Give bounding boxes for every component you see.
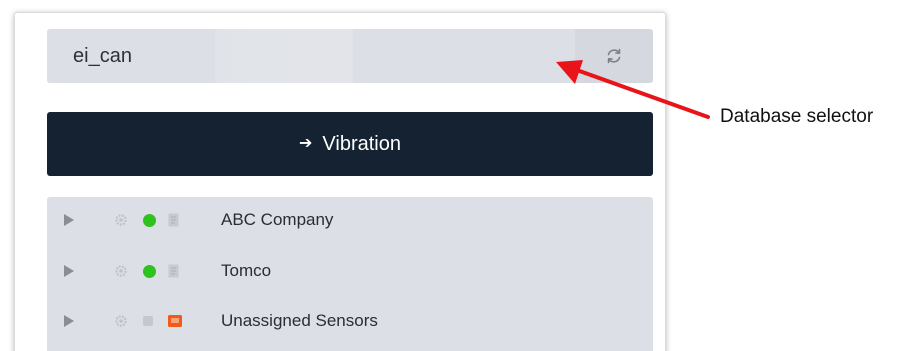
annotation-arrow bbox=[556, 60, 710, 119]
annotation-label: Database selector bbox=[720, 106, 874, 127]
